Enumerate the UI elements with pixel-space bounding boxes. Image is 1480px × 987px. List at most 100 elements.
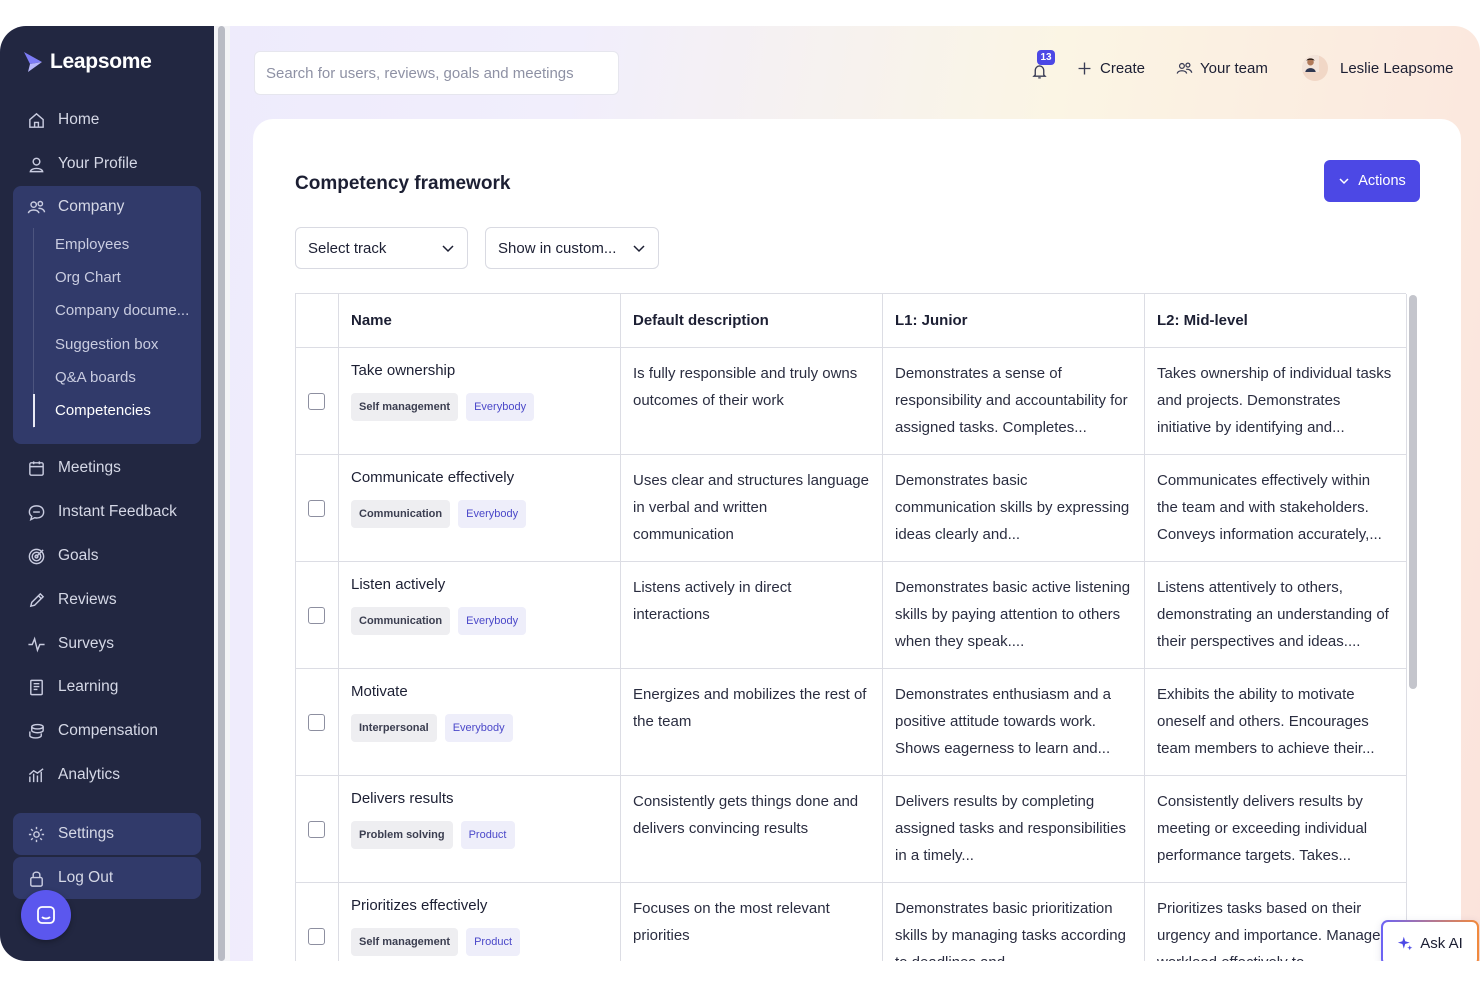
book-icon [30,679,43,695]
sidebar-item-goals[interactable]: Goals [13,535,201,577]
sidebar-subitem-company-documents[interactable]: Company docume... [55,302,197,319]
sparkle-icon [1398,936,1413,950]
create-label: Create [1100,59,1146,77]
header-name[interactable]: Name [339,294,621,347]
competency-name[interactable]: Motivate [351,683,408,700]
tag-list: Interpersonal Everybody [351,714,513,742]
search-input[interactable] [255,52,618,94]
chevron-down-icon [633,245,645,253]
sidebar-item-label: Home [58,111,100,128]
sidebar-item-reviews[interactable]: Reviews [13,579,201,621]
select-track-dropdown[interactable]: Select track [295,227,468,269]
row-select-cell [296,776,339,882]
l1-cell: Delivers results by completing assigned … [883,776,1145,882]
brand-logo[interactable]: Leapsome [22,50,152,74]
row-checkbox[interactable] [308,607,325,624]
name-cell: Take ownership Self management Everybody [339,348,621,454]
pencil-icon [29,592,45,607]
bell-icon [1032,65,1047,79]
leapsome-logo-icon [24,52,42,72]
sidebar-item-home[interactable]: Home [13,99,201,141]
table-row[interactable]: Take ownership Self management Everybody… [296,348,1407,455]
competency-name[interactable]: Listen actively [351,576,445,593]
sidebar-item-analytics[interactable]: Analytics [13,754,201,796]
user-menu[interactable]: Leslie Leapsome [1302,55,1453,81]
l1-cell: Demonstrates basic communication skills … [883,455,1145,561]
sidebar-subitem-suggestion-box[interactable]: Suggestion box [55,336,197,353]
table-row[interactable]: Listen actively Communication Everybody … [296,562,1407,669]
competency-name[interactable]: Take ownership [351,362,455,379]
name-cell: Prioritizes effectively Self management … [339,883,621,961]
gear-icon [28,826,45,842]
description-cell: Uses clear and structures language in ve… [621,455,883,561]
chat-widget-icon [37,906,55,924]
audience-tag: Everybody [458,500,527,528]
row-checkbox[interactable] [308,821,325,838]
row-checkbox[interactable] [308,500,325,517]
sidebar-subitem-employees[interactable]: Employees [55,236,197,253]
tag-list: Communication Everybody [351,607,527,635]
tag-list: Problem solving Product [351,821,515,849]
coins-icon [29,723,44,739]
chevron-down-icon [442,245,454,253]
actions-button[interactable]: Actions [1324,160,1420,202]
competency-name[interactable]: Delivers results [351,790,454,807]
row-select-cell [296,562,339,668]
user-photo-icon [1302,55,1319,72]
sidebar-item-label: Log Out [58,869,114,886]
sidebar-scrollbar[interactable] [214,26,230,961]
calendar-icon [29,460,44,476]
show-in-dropdown[interactable]: Show in custom... [485,227,659,269]
brand-name: Leapsome [50,50,152,73]
sidebar-item-settings[interactable]: Settings [13,813,201,855]
l2-cell: Takes ownership of individual tasks and … [1145,348,1407,454]
header-default-description[interactable]: Default description [621,294,883,347]
l1-cell: Demonstrates basic prioritization skills… [883,883,1145,961]
l2-cell: Listens attentively to others, demonstra… [1145,562,1407,668]
table-scrollbar[interactable] [1407,293,1419,961]
sidebar-item-your-profile[interactable]: Your Profile [13,143,201,185]
home-icon [29,112,44,128]
sidebar-item-company[interactable]: Company [13,186,201,228]
sidebar-item-label: Company [58,198,125,215]
sidebar-item-instant-feedback[interactable]: Instant Feedback [13,491,201,533]
competency-name[interactable]: Communicate effectively [351,469,514,486]
target-icon [28,548,45,564]
competency-name[interactable]: Prioritizes effectively [351,897,487,914]
table-scroll-thumb[interactable] [1409,295,1417,689]
user-icon [29,157,44,172]
sidebar-subitem-qa-boards[interactable]: Q&A boards [55,369,197,386]
sidebar-item-meetings[interactable]: Meetings [13,447,201,489]
row-checkbox[interactable] [308,393,325,410]
category-tag: Communication [351,607,451,635]
ask-ai-button[interactable]: Ask AI [1381,920,1479,961]
description-cell: Listens actively in direct interactions [621,562,883,668]
create-button[interactable]: Create [1076,55,1145,81]
sidebar-subitem-competencies[interactable]: Competencies [55,402,197,419]
sidebar-item-learning[interactable]: Learning [13,666,201,708]
table-row[interactable]: Communicate effectively Communication Ev… [296,455,1407,562]
row-checkbox[interactable] [308,714,325,731]
sidebar-item-label: Meetings [58,459,121,476]
sidebar-item-label: Instant Feedback [58,503,177,520]
tag-list: Communication Everybody [351,500,527,528]
notifications-button[interactable]: 13 [1029,50,1059,84]
row-checkbox[interactable] [308,928,325,945]
your-team-button[interactable]: Your team [1176,55,1268,81]
team-icon [1176,62,1193,74]
header-l2-mid-level[interactable]: L2: Mid-level [1145,294,1407,347]
chevron-down-icon [1339,178,1349,185]
sidebar-item-surveys[interactable]: Surveys [13,623,201,665]
l1-cell: Demonstrates basic active listening skil… [883,562,1145,668]
support-chat-button[interactable] [21,890,71,940]
sidebar-scroll-thumb[interactable] [218,26,225,961]
table-row[interactable]: Delivers results Problem solving Product… [296,776,1407,883]
sidebar-item-label: Settings [58,825,115,842]
sidebar-item-compensation[interactable]: Compensation [13,710,201,752]
table-row[interactable]: Motivate Interpersonal Everybody Energiz… [296,669,1407,776]
show-in-label: Show in custom... [498,239,617,257]
table-row[interactable]: Prioritizes effectively Self management … [296,883,1407,961]
header-l1-junior[interactable]: L1: Junior [883,294,1145,347]
select-track-label: Select track [308,239,387,257]
sidebar-subitem-org-chart[interactable]: Org Chart [55,269,197,286]
